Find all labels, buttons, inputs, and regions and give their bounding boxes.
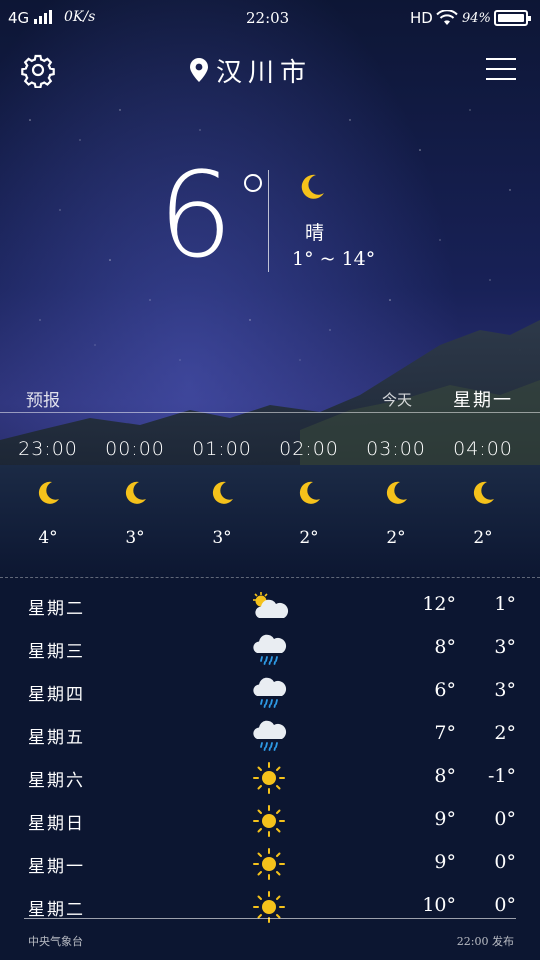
sun-icon: [253, 762, 285, 794]
forecast-title: 预报: [26, 391, 60, 411]
day-high: 6°: [434, 679, 456, 701]
hourly-item: 00:00 3°: [95, 438, 175, 548]
daily-row: 星期二 10° 0°: [0, 887, 540, 927]
moon-icon: [299, 481, 320, 504]
day-name: 星期三: [28, 642, 85, 662]
data-source: 中央气象台: [28, 935, 83, 948]
hour-temp: 4°: [38, 528, 58, 548]
forecast-today-label: 今天: [382, 391, 413, 409]
rain-cloud-icon: [253, 634, 287, 665]
hour-time: 01:00: [192, 438, 252, 460]
current-temperature: 6: [158, 156, 262, 274]
day-name: 星期日: [28, 814, 85, 834]
hourly-item: 02:00 2°: [269, 438, 349, 548]
moon-icon: [301, 174, 324, 199]
degree-symbol: [244, 174, 262, 192]
hourly-item: 04:00 2°: [443, 438, 523, 548]
hour-temp: 2°: [473, 528, 493, 548]
network-speed: 0K/s: [64, 9, 96, 25]
battery-percent: 94%: [462, 11, 491, 26]
day-high: 8°: [434, 636, 456, 658]
day-high: 9°: [434, 808, 456, 830]
gear-icon[interactable]: [20, 52, 56, 88]
divider: [268, 170, 269, 272]
hour-temp: 2°: [386, 528, 406, 548]
moon-icon: [38, 481, 59, 504]
hamburger-menu-icon[interactable]: [486, 56, 518, 82]
hd-indicator: HD: [410, 9, 433, 27]
day-high: 12°: [422, 593, 456, 615]
forecast-divider: [0, 412, 540, 413]
hourly-item: 23:00 4°: [8, 438, 88, 548]
signal-icon: [34, 10, 52, 24]
day-high: 8°: [434, 765, 456, 787]
day-low: 3°: [494, 636, 516, 658]
day-name: 星期二: [28, 599, 85, 619]
daily-row: 星期六 8° -1°: [0, 758, 540, 798]
daily-row: 星期四 6° 3°: [0, 672, 540, 712]
rain-cloud-icon: [253, 720, 287, 751]
day-low: 0°: [494, 808, 516, 830]
daily-row: 星期三 8° 3°: [0, 629, 540, 669]
moon-icon: [386, 481, 407, 504]
day-name: 星期二: [28, 900, 85, 920]
day-high: 9°: [434, 851, 456, 873]
day-low: 0°: [494, 894, 516, 916]
hour-time: 03:00: [366, 438, 426, 460]
hourly-item: 01:00 3°: [182, 438, 262, 548]
dashed-divider: [0, 577, 540, 578]
hour-temp: 2°: [299, 528, 319, 548]
day-high: 7°: [434, 722, 456, 744]
day-low: 0°: [494, 851, 516, 873]
hour-time: 04:00: [453, 438, 513, 460]
hourly-item: 03:00 2°: [356, 438, 436, 548]
day-low: -1°: [487, 765, 516, 787]
forecast-weekday: 星期一: [453, 390, 513, 411]
hour-time: 23:00: [18, 438, 78, 460]
status-bar: 4G 0K/s 22:03 HD 94%: [0, 0, 540, 36]
daily-row: 星期日 9° 0°: [0, 801, 540, 841]
hour-time: 02:00: [279, 438, 339, 460]
day-high: 10°: [422, 894, 456, 916]
network-type: 4G: [8, 9, 30, 27]
day-name: 星期一: [28, 857, 85, 877]
partly-cloudy-icon: [253, 592, 289, 618]
daily-row: 星期五 7° 2°: [0, 715, 540, 755]
current-condition: 晴: [305, 222, 325, 244]
sun-icon: [253, 891, 285, 923]
day-low: 2°: [494, 722, 516, 744]
battery-icon: [494, 10, 531, 26]
publish-time: 22:00 发布: [456, 935, 514, 948]
moon-icon: [125, 481, 146, 504]
city-name: 汉川市: [216, 57, 313, 88]
day-name: 星期五: [28, 728, 85, 748]
footer-divider: [24, 918, 516, 919]
hour-temp: 3°: [212, 528, 232, 548]
day-low: 1°: [494, 593, 516, 615]
wifi-icon: [436, 10, 458, 25]
sun-icon: [253, 848, 285, 880]
moon-icon: [473, 481, 494, 504]
day-name: 星期六: [28, 771, 85, 791]
day-low: 3°: [494, 679, 516, 701]
hour-time: 00:00: [105, 438, 165, 460]
daily-row: 星期一 9° 0°: [0, 844, 540, 884]
sun-icon: [253, 805, 285, 837]
location-pin-icon: [190, 58, 208, 82]
hour-temp: 3°: [125, 528, 145, 548]
day-name: 星期四: [28, 685, 85, 705]
city-selector[interactable]: 汉川市: [190, 52, 312, 88]
clock: 22:03: [246, 9, 290, 27]
daily-row: 星期二 12° 1°: [0, 586, 540, 626]
current-temp-range: 1° ~ 14°: [292, 248, 376, 270]
moon-icon: [212, 481, 233, 504]
rain-cloud-icon: [253, 677, 287, 708]
